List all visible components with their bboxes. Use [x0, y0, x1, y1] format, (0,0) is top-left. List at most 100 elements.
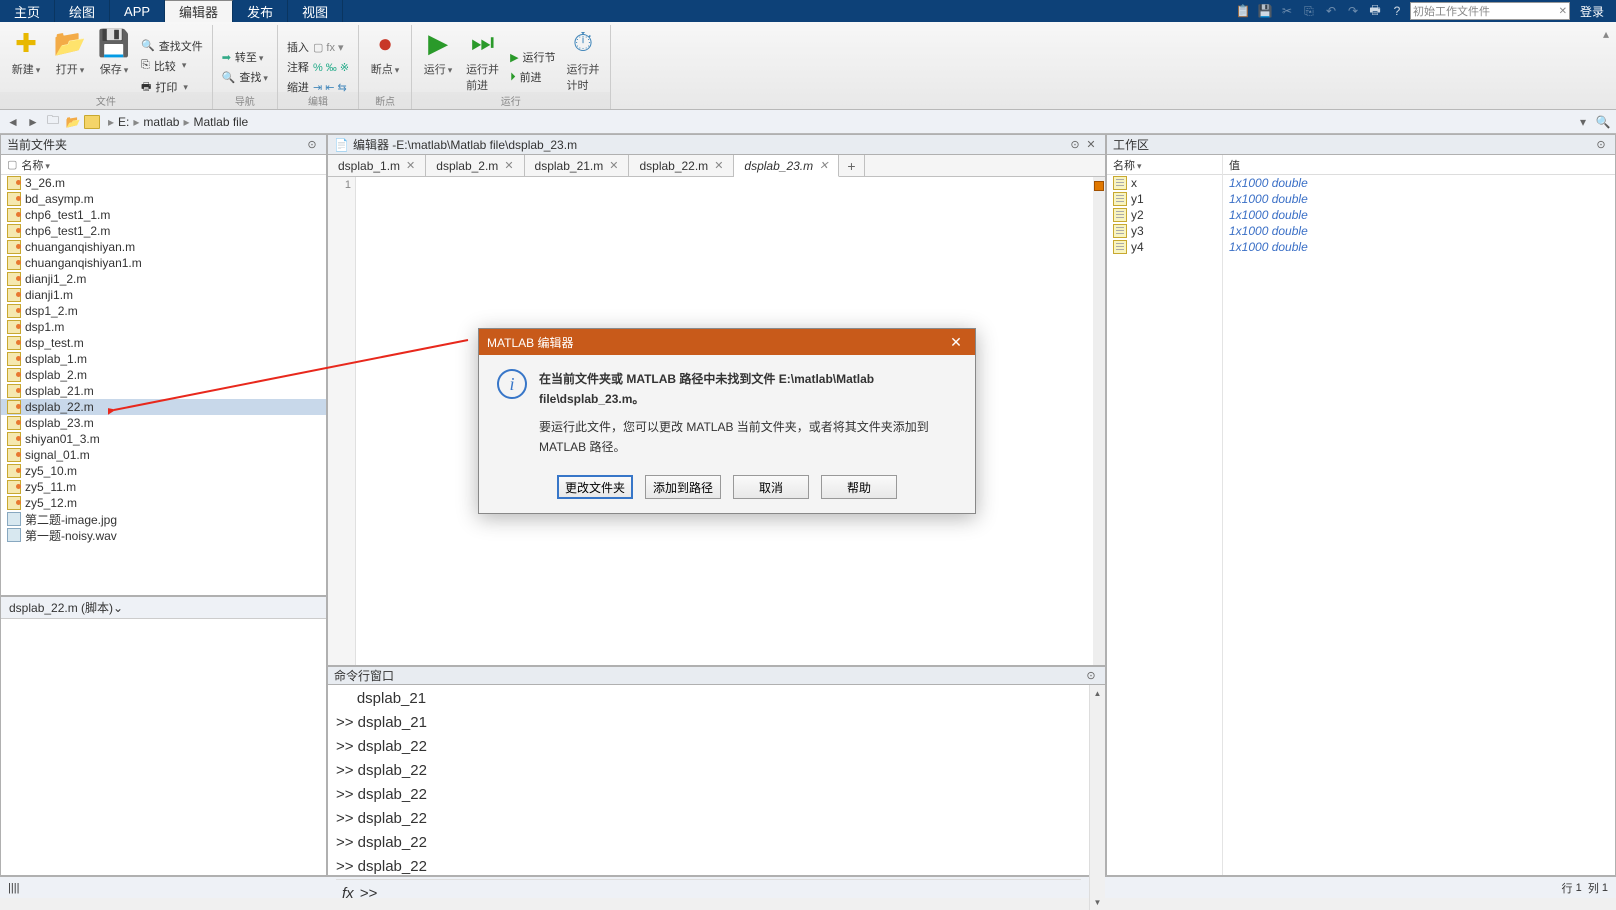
run-section-button[interactable]: ▶运行节	[507, 48, 558, 66]
tab-publish[interactable]: 发布	[233, 0, 288, 22]
scroll-down-icon[interactable]: ▼	[1090, 894, 1105, 910]
tab-view[interactable]: 视图	[288, 0, 343, 22]
file-row[interactable]: zy5_11.m	[1, 479, 326, 495]
file-row[interactable]: dianji1_2.m	[1, 271, 326, 287]
comment-button[interactable]: 注释% ‰ ※	[284, 58, 352, 76]
workspace-var-row[interactable]: y2	[1107, 207, 1222, 223]
file-row[interactable]: shiyan01_3.m	[1, 431, 326, 447]
file-row[interactable]: dsp1.m	[1, 319, 326, 335]
goto-button[interactable]: ➡转至	[219, 48, 271, 66]
ws-dropdown-button[interactable]: ⊙	[1593, 137, 1609, 153]
tab-home[interactable]: 主页	[0, 0, 55, 22]
editor-tab[interactable]: dsplab_2.m✕	[426, 155, 524, 176]
panel-dropdown-button[interactable]: ⊙	[304, 137, 320, 153]
find-button2[interactable]: 🔍查找	[219, 68, 271, 86]
file-row[interactable]: signal_01.m	[1, 447, 326, 463]
up-button[interactable]: 🗀	[44, 113, 62, 131]
file-row[interactable]: chuanganqishiyan1.m	[1, 255, 326, 271]
editor-tab[interactable]: dsplab_22.m✕	[629, 155, 734, 176]
file-row[interactable]: 3_26.m	[1, 175, 326, 191]
change-folder-button[interactable]: 更改文件夹	[557, 475, 633, 499]
file-row[interactable]: chuanganqishiyan.m	[1, 239, 326, 255]
file-row[interactable]: dsplab_21.m	[1, 383, 326, 399]
command-output[interactable]: dsplab_21>> dsplab_21>> dsplab_22>> dspl…	[328, 685, 1089, 910]
file-row[interactable]: dsplab_22.m	[1, 399, 326, 415]
tab-close-icon[interactable]: ✕	[504, 159, 513, 172]
redo-icon[interactable]: ↷	[1344, 2, 1362, 20]
workspace-var-row[interactable]: x	[1107, 175, 1222, 191]
paste-icon[interactable]: 📋	[1234, 2, 1252, 20]
file-row[interactable]: 第二题-image.jpg	[1, 511, 326, 527]
clear-search-icon[interactable]: ✕	[1559, 6, 1567, 17]
search-input[interactable]	[1413, 5, 1559, 17]
tab-close-icon[interactable]: ✕	[714, 159, 723, 172]
forward-button[interactable]: ►	[24, 113, 42, 131]
help-icon[interactable]: ?	[1388, 2, 1406, 20]
file-row[interactable]: dsplab_2.m	[1, 367, 326, 383]
command-prompt[interactable]: >>	[360, 882, 378, 906]
workspace-var-row[interactable]: y3	[1107, 223, 1222, 239]
workspace-var-row[interactable]: y4	[1107, 239, 1222, 255]
tab-close-icon[interactable]: ✕	[819, 159, 828, 172]
new-tab-button[interactable]: +	[839, 155, 864, 176]
variable-icon	[1113, 176, 1127, 190]
file-row[interactable]: zy5_10.m	[1, 463, 326, 479]
copy-icon[interactable]: ⎘	[1300, 2, 1318, 20]
file-row[interactable]: 第一题-noisy.wav	[1, 527, 326, 543]
undo-icon[interactable]: ↶	[1322, 2, 1340, 20]
fx-icon[interactable]: fx	[342, 882, 354, 906]
print-icon[interactable]: 🖶	[1366, 2, 1384, 20]
file-row[interactable]: chp6_test1_2.m	[1, 223, 326, 239]
tab-close-icon[interactable]: ✕	[609, 159, 618, 172]
editor-tab[interactable]: dsplab_21.m✕	[525, 155, 630, 176]
browse-button[interactable]: 📂	[64, 113, 82, 131]
cancel-button[interactable]: 取消	[733, 475, 809, 499]
path-seg-1[interactable]: matlab	[143, 115, 179, 129]
tab-editor[interactable]: 编辑器	[165, 0, 233, 22]
help-button[interactable]: 帮助	[821, 475, 897, 499]
tab-close-icon[interactable]: ✕	[406, 159, 415, 172]
advance-button[interactable]: ⏵前进	[507, 68, 558, 86]
ws-col-name[interactable]: 名称	[1113, 157, 1142, 173]
ws-col-value[interactable]: 值	[1229, 157, 1240, 173]
save-icon[interactable]: 💾	[1256, 2, 1274, 20]
back-button[interactable]: ◄	[4, 113, 22, 131]
tab-apps[interactable]: APP	[110, 0, 165, 22]
path-dropdown-button[interactable]: ▾	[1574, 113, 1592, 131]
file-row[interactable]: bd_asymp.m	[1, 191, 326, 207]
insert-button[interactable]: 插入▢ fx ▾	[284, 38, 352, 56]
file-row[interactable]: dsp1_2.m	[1, 303, 326, 319]
file-row[interactable]: dianji1.m	[1, 287, 326, 303]
path-search-button[interactable]: 🔍	[1594, 113, 1612, 131]
login-link[interactable]: 登录	[1574, 3, 1610, 20]
path-drive[interactable]: E:	[118, 115, 129, 129]
file-row[interactable]: dsplab_1.m	[1, 351, 326, 367]
file-row[interactable]: chp6_test1_1.m	[1, 207, 326, 223]
workspace-var-row[interactable]: y1	[1107, 191, 1222, 207]
path-seg-2[interactable]: Matlab file	[193, 115, 248, 129]
compare-button[interactable]: ⎘比较	[138, 57, 206, 75]
scroll-up-icon[interactable]: ▲	[1090, 685, 1105, 701]
folder-column-name[interactable]: 名称	[21, 157, 50, 173]
minimize-toolstrip-button[interactable]: ▴	[1596, 25, 1616, 109]
find-files-button[interactable]: 🔍查找文件	[138, 37, 206, 55]
code-analyzer-indicator[interactable]	[1094, 181, 1104, 191]
cut-icon[interactable]: ✂	[1278, 2, 1296, 20]
editor-tab[interactable]: dsplab_1.m✕	[328, 155, 426, 176]
dialog-close-button[interactable]: ✕	[945, 331, 967, 353]
file-row[interactable]: dsplab_23.m	[1, 415, 326, 431]
details-chevron-icon[interactable]: ⌄	[113, 601, 123, 615]
add-to-path-button[interactable]: 添加到路径	[645, 475, 721, 499]
file-list[interactable]: 3_26.mbd_asymp.mchp6_test1_1.mchp6_test1…	[1, 175, 326, 595]
cmd-dropdown-button[interactable]: ⊙	[1083, 668, 1099, 684]
titlebar-search[interactable]: ✕	[1410, 2, 1570, 20]
tab-plots[interactable]: 绘图	[55, 0, 110, 22]
status-col-label: 列	[1588, 880, 1599, 896]
file-name: dianji1.m	[25, 288, 73, 302]
editor-tab[interactable]: dsplab_23.m✕	[734, 155, 839, 177]
editor-dropdown-button[interactable]: ⊙	[1067, 137, 1083, 153]
editor-close-button[interactable]: ✕	[1083, 137, 1099, 153]
file-row[interactable]: zy5_12.m	[1, 495, 326, 511]
cmd-scrollbar[interactable]: ▲ ▼	[1089, 685, 1105, 910]
file-row[interactable]: dsp_test.m	[1, 335, 326, 351]
